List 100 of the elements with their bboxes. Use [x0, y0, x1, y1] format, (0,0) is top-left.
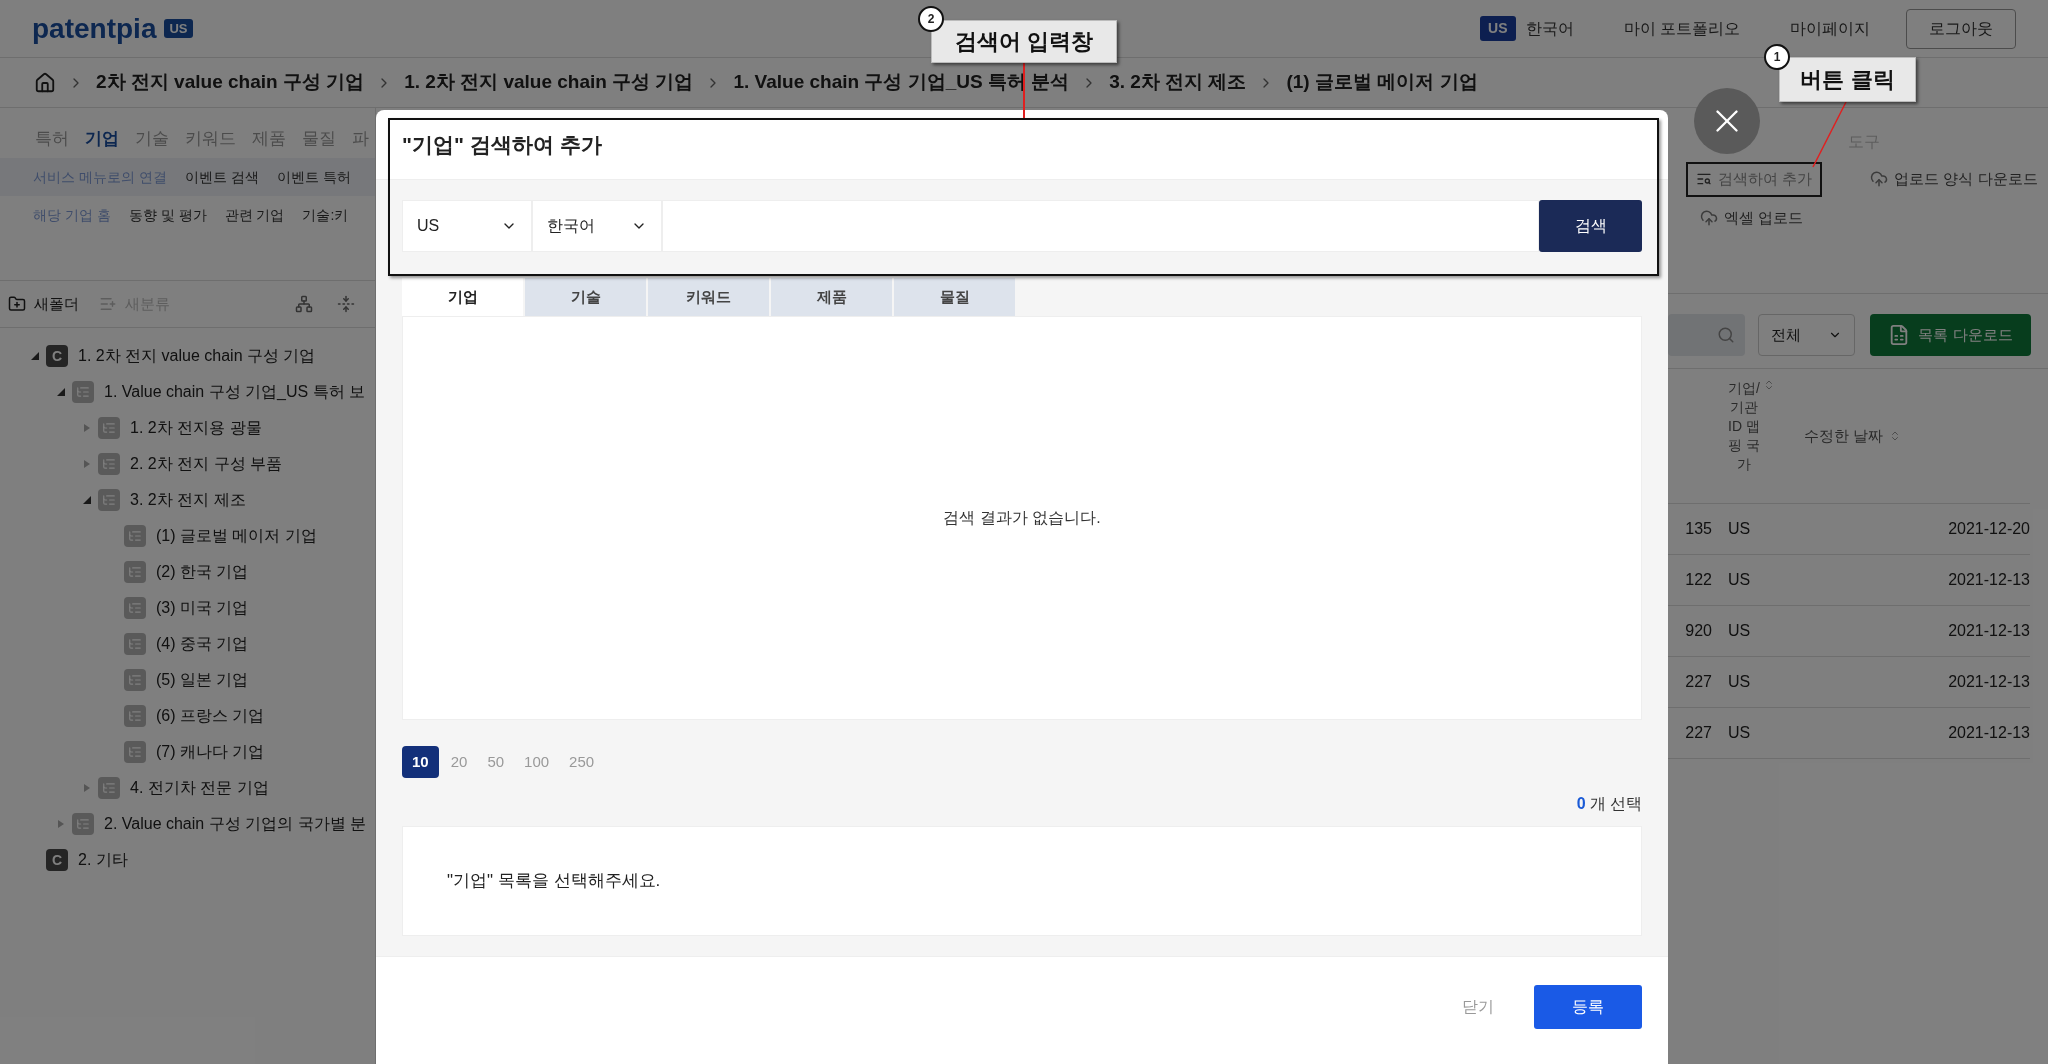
language-link[interactable]: 한국어	[1525, 16, 1574, 41]
search-field[interactable]	[1668, 314, 1745, 356]
leader-line	[1023, 60, 1025, 118]
search-icon	[1717, 326, 1735, 344]
new-folder-label[interactable]: 새폴더	[34, 292, 79, 316]
collapse-arrow-icon[interactable]	[30, 351, 40, 361]
menu-link[interactable]: 관련 기업	[224, 204, 285, 226]
tree-item[interactable]: (7) 캐나다 기업	[156, 740, 265, 764]
tree-item[interactable]: 2. 2차 전지 구성 부품	[130, 452, 283, 476]
new-category-icon[interactable]	[99, 295, 117, 313]
collapse-arrow-icon[interactable]	[82, 495, 92, 505]
table-cell-text: 2021-12-20	[1948, 519, 2030, 539]
tree-item[interactable]: (1) 글로벌 메이저 기업	[156, 524, 317, 548]
tree-item[interactable]: 1. Value chain 구성 기업_US 특허 보	[104, 380, 366, 404]
tree-item[interactable]: 2. Value chain 구성 기업의 국가별 분	[104, 812, 366, 836]
table-cell-text: 2021-12-13	[1948, 723, 2030, 743]
breadcrumb-item[interactable]: 1. Value chain 구성 기업_US 특허 분석	[733, 68, 1070, 97]
action-label: 엑셀 업로드	[1724, 207, 1804, 228]
tool-action[interactable]: 검색하여 추가	[1686, 162, 1823, 197]
column-header[interactable]: 기업/기관 ID 맵핑 국가	[1727, 379, 1761, 474]
tree-item[interactable]: (4) 중국 기업	[156, 632, 249, 656]
page-size-option[interactable]: 50	[479, 746, 513, 778]
tool-action[interactable]: 엑셀 업로드	[1692, 202, 1812, 233]
menu-link[interactable]: 기술:키	[302, 204, 349, 226]
modal-title: "기업" 검색하여 추가	[402, 131, 602, 158]
modal-tab[interactable]: 기업	[402, 278, 523, 316]
list-icon	[124, 561, 146, 583]
list-icon	[124, 669, 146, 691]
tree-item[interactable]: 3. 2차 전지 제조	[130, 488, 246, 512]
tree-item[interactable]: 1. 2차 전지 value chain 구성 기업	[78, 344, 316, 368]
table-cell-text: 227	[1685, 672, 1712, 692]
close-button[interactable]: 닫기	[1462, 994, 1494, 1019]
cloud-upload-icon	[1870, 170, 1889, 189]
selected-count: 0	[1576, 794, 1586, 814]
tree-item[interactable]: (2) 한국 기업	[156, 560, 249, 584]
collapse-arrow-icon[interactable]	[56, 387, 66, 397]
breadcrumb-item[interactable]: 2차 전지 value chain 구성 기업	[96, 68, 365, 97]
home-icon[interactable]	[34, 71, 56, 94]
tree-item[interactable]: 2. 기타	[78, 848, 128, 872]
modal-tab[interactable]: 제품	[771, 278, 892, 316]
list-icon	[98, 489, 120, 511]
table-cell-text: US	[1728, 672, 1751, 692]
language-select[interactable]: 한국어	[532, 200, 662, 252]
list-icon	[124, 525, 146, 547]
table-cell-text: 2021-12-13	[1948, 621, 2030, 641]
page-size-option[interactable]: 100	[516, 746, 558, 778]
logout-button[interactable]: 로그아웃	[1906, 8, 2016, 49]
tree-item[interactable]: 4. 전기차 전문 기업	[130, 776, 269, 800]
logo-text[interactable]: patentpia	[32, 7, 157, 50]
new-folder-icon[interactable]	[8, 295, 26, 313]
table-cell-text: 2021-12-13	[1948, 672, 2030, 692]
menu-link[interactable]: 이벤트 검색	[184, 166, 259, 188]
list-icon	[98, 453, 120, 475]
logo-badge: US	[164, 18, 193, 39]
collapse-all-icon[interactable]	[337, 295, 355, 313]
filter-select[interactable]: 전체	[1758, 314, 1855, 356]
table-cell-text: 122	[1685, 570, 1712, 590]
tree-item[interactable]: (3) 미국 기업	[156, 596, 249, 620]
breadcrumb-item[interactable]: 1. 2차 전지 value chain 구성 기업	[404, 68, 694, 97]
selected-label: 개 선택	[1589, 794, 1642, 814]
nav-link[interactable]: 마이페이지	[1790, 16, 1870, 41]
page-size-option[interactable]: 250	[561, 746, 603, 778]
cloud-upload-icon	[1700, 208, 1718, 227]
download-list-button[interactable]: 목록 다운로드	[1870, 314, 2031, 356]
column-header[interactable]: 수정한 날짜	[1804, 424, 1884, 448]
modal-tab[interactable]: 기술	[525, 278, 646, 316]
expand-arrow-icon[interactable]	[82, 423, 92, 433]
table-cell-text: US	[1728, 519, 1751, 539]
list-icon	[98, 777, 120, 799]
expand-arrow-icon[interactable]	[56, 819, 66, 829]
menu-tab[interactable]: 기업	[85, 126, 119, 158]
list-icon	[72, 381, 94, 403]
action-label: 업로드 양식 다운로드	[1894, 169, 2038, 189]
hierarchy-icon[interactable]	[295, 295, 313, 313]
leader-line	[1811, 99, 1849, 169]
menu-link[interactable]: 이벤트 특허	[276, 166, 351, 188]
page-size-option[interactable]: 10	[402, 746, 439, 778]
modal-tab[interactable]: 키워드	[648, 278, 769, 316]
expand-arrow-icon[interactable]	[82, 783, 92, 793]
breadcrumb-item[interactable]: (1) 글로벌 메이저 기업	[1286, 68, 1478, 97]
table-cell-text: 227	[1685, 723, 1712, 743]
tree-item[interactable]: (6) 프랑스 기업	[156, 704, 265, 728]
nav-link[interactable]: 마이 포트폴리오	[1623, 16, 1740, 41]
table-cell-text: 135	[1685, 519, 1712, 539]
tree-item[interactable]: (5) 일본 기업	[156, 668, 249, 692]
modal-tab[interactable]: 물질	[894, 278, 1015, 316]
search-button[interactable]: 검색	[1539, 200, 1642, 252]
menu-link[interactable]: 동향 및 평가	[128, 204, 207, 226]
expand-arrow-icon[interactable]	[82, 459, 92, 469]
country-select[interactable]: US	[402, 200, 532, 252]
search-input[interactable]	[662, 200, 1539, 252]
submit-button[interactable]: 등록	[1534, 984, 1642, 1029]
category-badge: C	[46, 345, 68, 367]
tree-item[interactable]: 1. 2차 전지용 광물	[130, 416, 262, 440]
tool-action[interactable]: 업로드 양식 다운로드	[1862, 162, 2046, 197]
table-cell-text: 920	[1685, 621, 1712, 641]
breadcrumb-item[interactable]: 3. 2차 전지 제조	[1109, 68, 1247, 97]
sort-icon[interactable]	[1763, 379, 1775, 391]
region-badge[interactable]: US	[1480, 16, 1516, 41]
page-size-option[interactable]: 20	[442, 746, 476, 778]
